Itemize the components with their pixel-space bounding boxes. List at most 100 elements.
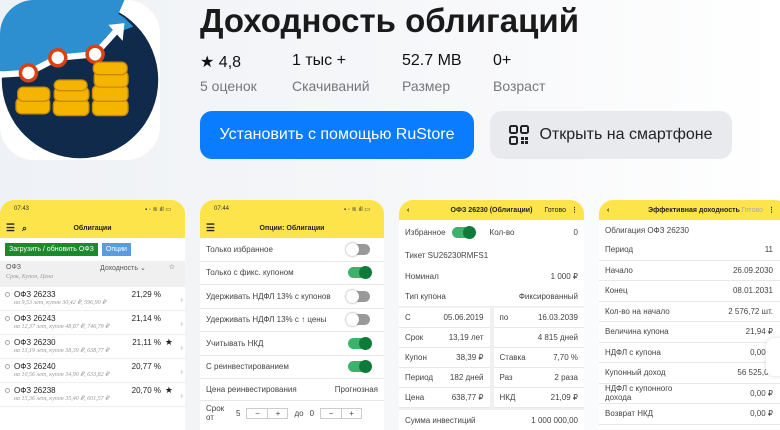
qty-value[interactable]: 0 bbox=[574, 228, 578, 237]
radio-icon[interactable] bbox=[5, 340, 10, 345]
bond-row[interactable]: ОФЗ 26240 на 10,56 лет, купон 34,90 ₽, 63… bbox=[0, 359, 185, 383]
more-icon[interactable]: ⋮ bbox=[571, 206, 578, 214]
detail-label: Цена bbox=[405, 393, 425, 402]
chevron-right-icon: › bbox=[180, 391, 183, 400]
downloads-stat: 1 тыс + Скачиваний bbox=[292, 52, 402, 94]
chevron-right-icon: › bbox=[180, 319, 183, 328]
radio-icon[interactable] bbox=[5, 316, 10, 321]
bond-row[interactable]: ОФЗ 26230 на 13,19 лет, купон 38,39 ₽, 63… bbox=[0, 335, 185, 359]
yield-row: Начало 26.09.2030 bbox=[599, 261, 780, 281]
investment-sum-value[interactable]: 1 000 000,00 bbox=[531, 416, 578, 425]
bond-row[interactable]: ОФЗ 26243 на 12,37 лет, купон 48,87 ₽, 74… bbox=[0, 311, 185, 335]
detail-value: 182 дней bbox=[449, 373, 484, 382]
to-label: до bbox=[294, 408, 304, 418]
back-icon[interactable]: ‹ bbox=[607, 207, 609, 214]
plus-button[interactable]: + bbox=[267, 408, 287, 418]
detail-row: Период 182 дней bbox=[399, 368, 490, 388]
detail-label: по bbox=[499, 313, 509, 322]
bond-yield: 21,14 % bbox=[131, 314, 161, 323]
sort-column[interactable]: Доходность ⌄ bbox=[100, 264, 146, 272]
qty-label: Кол-во bbox=[489, 227, 515, 237]
bond-details: на 10,56 лет, купон 34,90 ₽, 633,82 ₽ bbox=[14, 372, 109, 378]
nominal-label: Номинал bbox=[405, 271, 439, 281]
yield-row: Кол-во на начало 2 576,72 шт. bbox=[599, 302, 780, 322]
done-button[interactable]: Готово bbox=[741, 207, 763, 214]
option-toggle[interactable] bbox=[348, 266, 372, 280]
chevron-right-icon: › bbox=[180, 343, 183, 352]
option-toggle[interactable] bbox=[346, 242, 370, 256]
col-bond: ОФЗ bbox=[6, 264, 21, 271]
yield-label: Начало bbox=[605, 265, 633, 275]
radio-icon[interactable] bbox=[5, 388, 10, 393]
back-icon[interactable]: ‹ bbox=[407, 207, 409, 214]
ticker: Тикет SU26230RMFS1 bbox=[405, 250, 489, 260]
coupon-type-value: Фиксированный bbox=[518, 291, 578, 301]
option-toggle[interactable] bbox=[346, 289, 370, 303]
favorite-toggle[interactable] bbox=[451, 225, 476, 239]
star-icon[interactable]: ★ bbox=[165, 385, 173, 396]
option-toggle[interactable] bbox=[348, 336, 372, 350]
detail-row: Купон 38,39 ₽ bbox=[399, 348, 490, 368]
load-bonds-button[interactable]: Загрузить / обновить ОФЗ bbox=[5, 243, 98, 256]
yield-row: Возврат НКД 0,00 ₽ bbox=[599, 404, 780, 425]
radio-icon[interactable] bbox=[5, 364, 10, 369]
star-outline-icon: ☆ bbox=[168, 264, 175, 271]
yield-label: Величина купона bbox=[605, 327, 669, 337]
term-to-stepper[interactable]: − + bbox=[320, 407, 363, 419]
bond-details: на 15,36 лет, купон 35,40 ₽, 601,57 ₽ bbox=[14, 396, 109, 402]
done-button[interactable]: Готово bbox=[544, 207, 566, 214]
yield-row: Конец 08.01.2031 bbox=[599, 281, 780, 302]
downloads-value: 1 тыс + bbox=[292, 52, 346, 69]
term-label: Срок от bbox=[206, 404, 225, 422]
option-toggle[interactable] bbox=[348, 360, 372, 374]
detail-label: НКД bbox=[499, 393, 516, 402]
install-button[interactable]: Установить с помощью RuStore bbox=[200, 111, 474, 159]
detail-row: С 05.06.2019 bbox=[399, 308, 490, 328]
plus-button[interactable]: + bbox=[341, 408, 361, 418]
bond-details: на 9,53 лет, купон 30,42 ₽, 596,90 ₽ bbox=[14, 300, 106, 306]
minus-button[interactable]: − bbox=[321, 409, 341, 418]
option-label: Удерживать НДФЛ 13% с ↑ цены bbox=[206, 315, 327, 325]
option-label: Учитывать НКД bbox=[206, 338, 264, 348]
bond-row[interactable]: ОФЗ 26238 на 15,36 лет, купон 35,40 ₽, 60… bbox=[0, 383, 185, 407]
screenshot-bonds-list[interactable]: 07:43 ▪ ◦ ≋ ıll ▭ ☰ ⌕ Облигации Загрузить /… bbox=[0, 200, 185, 430]
term-from-stepper[interactable]: − + bbox=[246, 407, 289, 419]
status-icons: ▪ ◦ ≋ ıll ▭ bbox=[145, 206, 171, 213]
status-icons: ▪ ◦ ≋ ıll ▭ bbox=[344, 206, 370, 213]
yield-label: Возврат НКД bbox=[605, 409, 654, 419]
qr-code-icon bbox=[509, 125, 530, 145]
option-toggle[interactable] bbox=[346, 313, 370, 327]
option-row: Учитывать НКД bbox=[200, 332, 384, 356]
yield-label: НДФЛ с купона bbox=[605, 347, 661, 357]
option-label: Только избранное bbox=[206, 244, 273, 254]
option-row: Удерживать НДФЛ 13% с ↑ цены bbox=[200, 309, 384, 332]
open-on-phone-button[interactable]: Открыть на смартфоне bbox=[490, 111, 732, 159]
detail-value: 16.03.2039 bbox=[537, 313, 578, 322]
radio-icon[interactable] bbox=[5, 292, 10, 297]
screenshot-effective-yield[interactable]: ‹ Эффективная доходность Готово ⋮ Облигация… bbox=[599, 200, 780, 430]
rating-count: 5 оценок bbox=[200, 78, 257, 94]
screenshot-options[interactable]: 07:44 ▪ ◦ ≋ ıll ▭ ☰ Опции: Облигации Тольк… bbox=[200, 200, 384, 430]
more-icon[interactable]: ⋮ bbox=[768, 206, 775, 214]
status-time: 07:44 bbox=[214, 206, 230, 212]
yield-value: 08.01.2031 bbox=[732, 286, 773, 296]
bond-details: на 12,37 лет, купон 48,87 ₽, 746,79 ₽ bbox=[14, 324, 109, 330]
reinvest-value[interactable]: Прогнозная bbox=[335, 385, 378, 394]
bond-row[interactable]: ОФЗ 26233 на 9,53 лет, купон 30,42 ₽, 596… bbox=[0, 287, 185, 311]
detail-row: Срок 13,19 лет bbox=[399, 328, 490, 348]
app-stats: ★ 4,8 5 оценок 1 тыс + Скачиваний 52.7 MB Р… bbox=[200, 52, 573, 94]
screenshot-bond-detail[interactable]: ‹ ОФЗ 26230 (Облигации) Готово ⋮ Избранное К… bbox=[399, 200, 584, 430]
yield-label: НДФЛ с купонного дохода bbox=[605, 384, 673, 403]
star-icon[interactable]: ★ bbox=[165, 337, 173, 348]
options-button[interactable]: Опции bbox=[101, 243, 131, 256]
menu-icon: ☰ bbox=[206, 222, 215, 234]
app-title: Доходность облигаций bbox=[200, 2, 580, 39]
detail-value: 2 раза bbox=[554, 373, 578, 382]
nominal-value: 1 000 ₽ bbox=[550, 271, 578, 281]
scroll-right-button[interactable] bbox=[766, 338, 780, 376]
minus-button[interactable]: − bbox=[247, 409, 267, 418]
size-value: 52.7 MB bbox=[402, 52, 462, 69]
bond-label: Облигация ОФЗ 26230 bbox=[605, 225, 689, 235]
screen-title: Облигации bbox=[73, 224, 112, 232]
yield-label: Конец bbox=[605, 286, 628, 296]
